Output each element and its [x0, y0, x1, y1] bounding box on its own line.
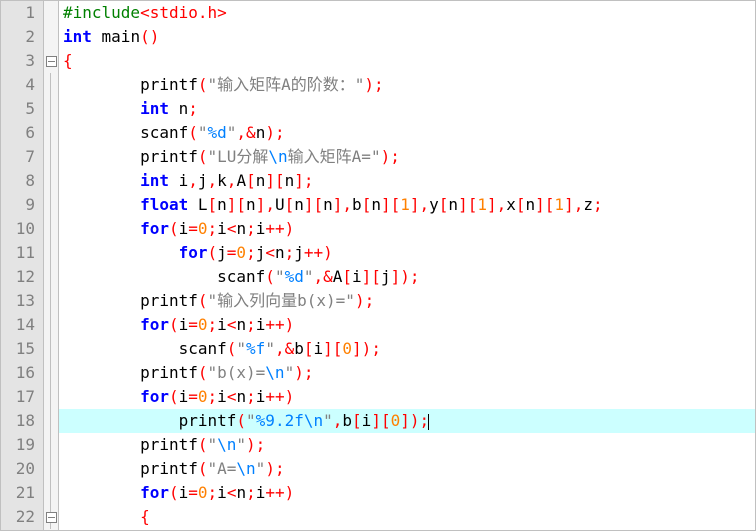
line-num: 2 — [1, 25, 43, 49]
line-num: 4 — [1, 73, 43, 97]
code-line[interactable]: { — [59, 49, 755, 73]
line-num: 20 — [1, 457, 43, 481]
line-num: 22 — [1, 505, 43, 529]
code-area[interactable]: #include<stdio.h> int main() { printf("输… — [59, 1, 755, 530]
code-line[interactable]: printf("LU分解\n输入矩阵A="); — [59, 145, 755, 169]
code-line-current[interactable]: printf("%9.2f\n",b[i][0]); — [59, 409, 755, 433]
line-num: 14 — [1, 313, 43, 337]
line-num: 6 — [1, 121, 43, 145]
code-line[interactable]: for(j=0;j<n;j++) — [59, 241, 755, 265]
code-line[interactable]: for(i=0;i<n;i++) — [59, 385, 755, 409]
line-num: 1 — [1, 1, 43, 25]
editor: 1 2 3 4 5 6 7 8 9 10 11 12 13 14 15 16 1… — [0, 0, 756, 531]
line-num: 16 — [1, 361, 43, 385]
code-line[interactable]: int n; — [59, 97, 755, 121]
code-line[interactable]: scanf("%d",&A[i][j]); — [59, 265, 755, 289]
code-line[interactable]: printf("\n"); — [59, 433, 755, 457]
line-num: 15 — [1, 337, 43, 361]
code-line[interactable]: scanf("%d",&n); — [59, 121, 755, 145]
code-line[interactable]: float L[n][n],U[n][n],b[n][1],y[n][1],x[… — [59, 193, 755, 217]
code-line[interactable]: #include<stdio.h> — [59, 1, 755, 25]
line-num: 12 — [1, 265, 43, 289]
line-num: 9 — [1, 193, 43, 217]
code-line[interactable]: printf("输入列向量b(x)="); — [59, 289, 755, 313]
gutter: 1 2 3 4 5 6 7 8 9 10 11 12 13 14 15 16 1… — [1, 1, 44, 530]
text-cursor — [428, 414, 429, 430]
line-num: 5 — [1, 97, 43, 121]
code-line[interactable]: { — [59, 505, 755, 529]
line-num: 19 — [1, 433, 43, 457]
line-num: 13 — [1, 289, 43, 313]
fold-toggle[interactable] — [44, 49, 58, 73]
code-line[interactable]: printf("A=\n"); — [59, 457, 755, 481]
code-line[interactable]: scanf("%f",&b[i][0]); — [59, 337, 755, 361]
fold-toggle[interactable] — [44, 505, 58, 529]
line-num: 10 — [1, 217, 43, 241]
code-line[interactable]: int i,j,k,A[n][n]; — [59, 169, 755, 193]
code-line[interactable]: int main() — [59, 25, 755, 49]
code-line[interactable]: for(i=0;i<n;i++) — [59, 481, 755, 505]
line-num: 11 — [1, 241, 43, 265]
line-num: 8 — [1, 169, 43, 193]
line-num: 21 — [1, 481, 43, 505]
line-num: 18 — [1, 409, 43, 433]
code-line[interactable]: printf("b(x)=\n"); — [59, 361, 755, 385]
fold-margin — [44, 1, 59, 530]
line-num: 17 — [1, 385, 43, 409]
code-line[interactable]: for(i=0;i<n;i++) — [59, 313, 755, 337]
code-line[interactable]: for(i=0;i<n;i++) — [59, 217, 755, 241]
line-num: 7 — [1, 145, 43, 169]
code-line[interactable]: printf("输入矩阵A的阶数："); — [59, 73, 755, 97]
line-num: 3 — [1, 49, 43, 73]
